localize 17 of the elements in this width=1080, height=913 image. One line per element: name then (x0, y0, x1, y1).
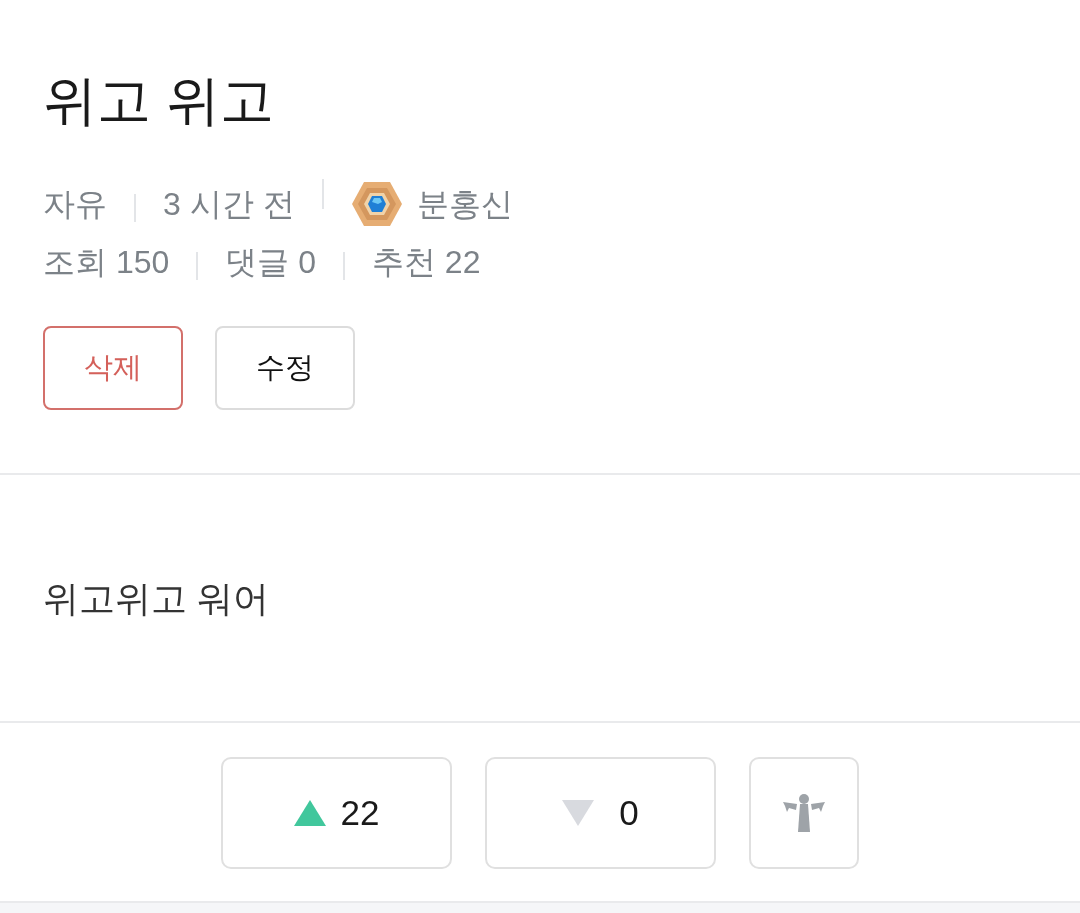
upvote-button[interactable]: 22 (221, 757, 452, 869)
down-triangle-icon (562, 800, 595, 826)
winged-figure-icon (783, 794, 825, 832)
author-name[interactable]: 분홍신 (416, 184, 513, 224)
delete-button[interactable]: 삭제 (43, 326, 183, 410)
post-time: 3 시간 전 (163, 185, 295, 224)
downvote-button[interactable]: 0 (485, 757, 716, 869)
category-label: 자유 (43, 185, 107, 224)
hexagon-gem-icon (350, 181, 403, 227)
stat-label: 댓글 0 (225, 243, 316, 282)
post-title: 위고 위고 (43, 69, 274, 132)
post-body: 위고위고 워어 (43, 577, 269, 621)
report-button[interactable] (749, 757, 859, 869)
stat-label: 조회 150 (43, 243, 170, 282)
up-triangle-icon (293, 800, 326, 826)
edit-button[interactable]: 수정 (215, 326, 355, 410)
stat-label: 추천 22 (371, 243, 481, 282)
